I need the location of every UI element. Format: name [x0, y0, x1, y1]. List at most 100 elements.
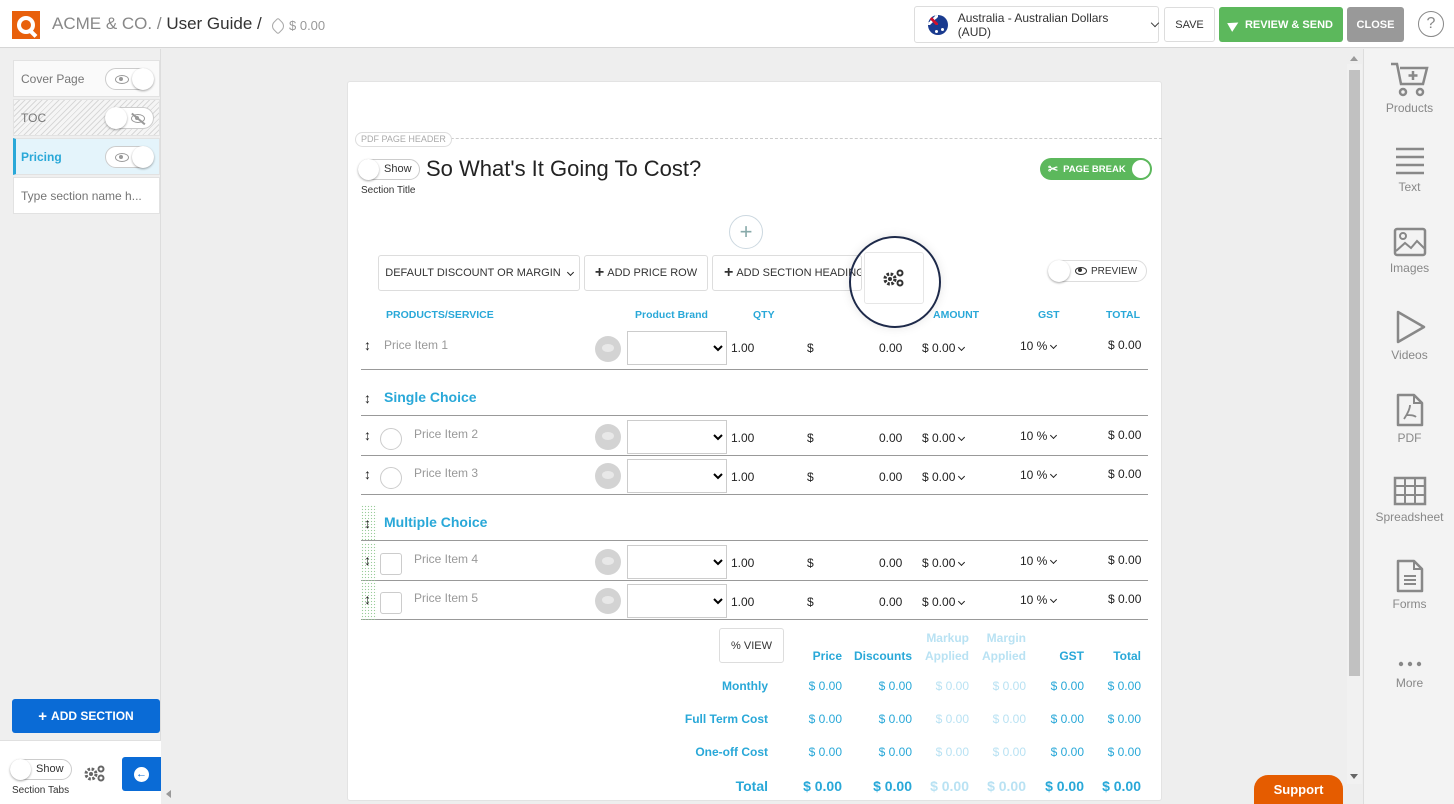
drag-handle-icon[interactable]: ↕	[364, 552, 371, 568]
scroll-left-arrow[interactable]	[166, 790, 171, 798]
section-item-pricing[interactable]: Pricing	[13, 138, 160, 175]
gst-value: 10 %	[1020, 554, 1048, 568]
amount-dropdown[interactable]: $ 0.00	[922, 556, 966, 570]
single-choice-radio[interactable]	[380, 428, 402, 450]
section-title[interactable]: So What's It Going To Cost?	[426, 156, 701, 182]
comment-icon[interactable]	[595, 424, 621, 450]
price-value[interactable]: 0.00	[879, 431, 902, 445]
review-send-button[interactable]: REVIEW & SEND	[1219, 7, 1343, 42]
add-section-button[interactable]: + ADD SECTION	[12, 699, 160, 733]
breadcrumb-company[interactable]: ACME & CO. /	[52, 14, 162, 33]
section-heading-multiple-choice[interactable]: Multiple Choice	[384, 514, 487, 530]
section-heading-single-choice[interactable]: Single Choice	[384, 389, 477, 405]
scroll-down-arrow[interactable]	[1350, 774, 1358, 779]
section-item-toc[interactable]: TOC	[13, 99, 160, 136]
breadcrumb-document[interactable]: User Guide /	[166, 14, 261, 33]
gst-dropdown[interactable]: 10 %	[1020, 554, 1058, 568]
amount-dropdown[interactable]: $ 0.00	[922, 595, 966, 609]
product-brand-select[interactable]	[627, 420, 727, 454]
add-block-button[interactable]: +	[729, 215, 763, 249]
price-value[interactable]: 0.00	[879, 341, 902, 355]
amount-dropdown[interactable]: $ 0.00	[922, 431, 966, 445]
pricing-settings-button[interactable]	[864, 252, 924, 304]
drag-handle-icon[interactable]: ↕	[364, 515, 371, 531]
single-choice-radio[interactable]	[380, 467, 402, 489]
visibility-toggle[interactable]	[105, 107, 154, 129]
vertical-scrollbar[interactable]	[1347, 56, 1362, 784]
gst-dropdown[interactable]: 10 %	[1020, 429, 1058, 443]
amount-value: $ 0.00	[922, 431, 956, 445]
collapse-sidebar-button[interactable]: ←	[122, 757, 161, 791]
amount-dropdown[interactable]: $ 0.00	[922, 341, 966, 355]
breadcrumb: ACME & CO. / User Guide /	[52, 14, 262, 34]
visibility-toggle[interactable]	[105, 68, 154, 90]
drag-handle-icon[interactable]: ↕	[364, 427, 371, 443]
add-section-heading-button[interactable]: + ADD SECTION HEADING	[712, 255, 862, 291]
tool-videos[interactable]: Videos	[1364, 298, 1454, 378]
pdf-page-header-label[interactable]: PDF PAGE HEADER	[355, 132, 452, 147]
section-tabs-toggle[interactable]: Show	[10, 759, 72, 780]
comment-icon[interactable]	[595, 336, 621, 362]
tool-text[interactable]: Text	[1364, 132, 1454, 212]
editor-canvas: PDF PAGE HEADER Show Section Title So Wh…	[161, 49, 1347, 801]
support-button[interactable]: Support	[1254, 775, 1343, 804]
tool-forms[interactable]: Forms	[1364, 547, 1454, 627]
qty-value[interactable]: 1.00	[731, 556, 754, 570]
qty-value[interactable]: 1.00	[731, 470, 754, 484]
product-brand-select[interactable]	[627, 545, 727, 579]
tool-spreadsheet[interactable]: Spreadsheet	[1364, 464, 1454, 544]
save-button[interactable]: SAVE	[1164, 7, 1215, 42]
image-icon	[1393, 227, 1426, 257]
tool-pdf[interactable]: PDF	[1364, 381, 1454, 461]
app-logo[interactable]	[12, 11, 40, 39]
help-icon[interactable]: ?	[1418, 11, 1444, 37]
item-name[interactable]: Price Item 5	[414, 591, 478, 605]
comment-icon[interactable]	[595, 549, 621, 575]
page-break-toggle[interactable]: ✂ PAGE BREAK	[1040, 158, 1152, 180]
multiple-choice-checkbox[interactable]	[380, 592, 402, 614]
section-item-cover-page[interactable]: Cover Page	[13, 60, 160, 97]
add-price-row-label: ADD PRICE ROW	[607, 267, 698, 279]
price-value[interactable]: 0.00	[879, 595, 902, 609]
gst-dropdown[interactable]: 10 %	[1020, 468, 1058, 482]
item-name[interactable]: Price Item 1	[384, 338, 448, 352]
amount-value: $ 0.00	[922, 556, 956, 570]
product-brand-select[interactable]	[627, 331, 727, 365]
preview-toggle[interactable]: PREVIEW	[1048, 260, 1147, 282]
scroll-up-arrow[interactable]	[1350, 56, 1358, 61]
item-name[interactable]: Price Item 3	[414, 466, 478, 480]
scrollbar-thumb[interactable]	[1349, 70, 1360, 676]
price-value[interactable]: 0.00	[879, 556, 902, 570]
product-brand-select[interactable]	[627, 459, 727, 493]
currency-select[interactable]: Australia - Australian Dollars (AUD)	[914, 6, 1160, 43]
comment-icon[interactable]	[595, 463, 621, 489]
section-name-input[interactable]	[13, 177, 160, 214]
amount-dropdown[interactable]: $ 0.00	[922, 470, 966, 484]
visibility-toggle[interactable]	[105, 146, 154, 168]
tool-products[interactable]: Products	[1364, 49, 1454, 129]
add-price-row-button[interactable]: + ADD PRICE ROW	[584, 255, 708, 291]
gst-dropdown[interactable]: 10 %	[1020, 339, 1058, 353]
drag-handle-icon[interactable]: ↕	[364, 466, 371, 482]
product-brand-select[interactable]	[627, 584, 727, 618]
settings-gears-icon[interactable]	[83, 763, 107, 783]
tool-more[interactable]: More	[1364, 630, 1454, 710]
qty-value[interactable]: 1.00	[731, 431, 754, 445]
default-discount-dropdown[interactable]: DEFAULT DISCOUNT OR MARGIN	[378, 255, 580, 291]
percent-view-button[interactable]: % VIEW	[719, 628, 784, 663]
item-name[interactable]: Price Item 2	[414, 427, 478, 441]
multiple-choice-checkbox[interactable]	[380, 553, 402, 575]
drag-handle-icon[interactable]: ↕	[364, 390, 371, 406]
close-button[interactable]: CLOSE	[1347, 7, 1404, 42]
gst-dropdown[interactable]: 10 %	[1020, 593, 1058, 607]
column-header-amount: AMOUNT	[933, 309, 980, 321]
qty-value[interactable]: 1.00	[731, 341, 754, 355]
drag-handle-icon[interactable]: ↕	[364, 591, 371, 607]
price-value[interactable]: 0.00	[879, 470, 902, 484]
item-name[interactable]: Price Item 4	[414, 552, 478, 566]
tool-images[interactable]: Images	[1364, 215, 1454, 295]
drag-handle-icon[interactable]: ↕	[364, 337, 371, 353]
section-title-toggle[interactable]: Show	[358, 159, 420, 180]
comment-icon[interactable]	[595, 588, 621, 614]
qty-value[interactable]: 1.00	[731, 595, 754, 609]
